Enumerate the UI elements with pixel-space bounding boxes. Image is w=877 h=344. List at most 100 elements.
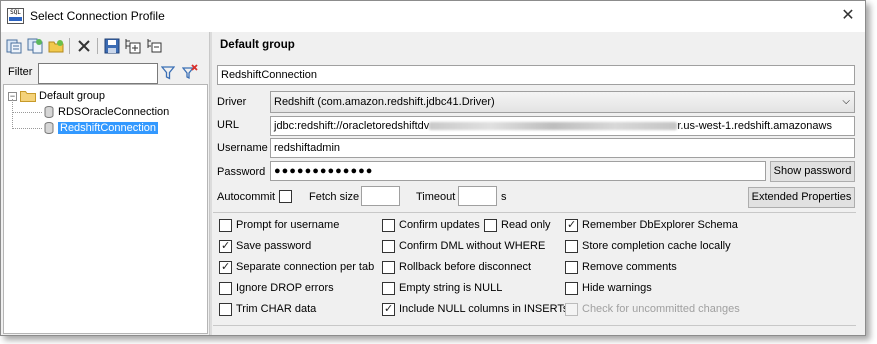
filter-label: Filter bbox=[8, 66, 33, 78]
delete-button[interactable] bbox=[74, 37, 93, 56]
confirm-dml-checkbox[interactable] bbox=[382, 240, 395, 253]
url-suffix: r.us-west-1.redshift.amazonaws bbox=[677, 120, 832, 132]
chevron-down-icon: ⌵ bbox=[842, 96, 850, 107]
separate-connection-checkbox[interactable] bbox=[219, 260, 232, 274]
move-icon bbox=[147, 39, 161, 53]
option-label: Ignore DROP errors bbox=[236, 282, 334, 294]
username-input[interactable]: redshiftadmin bbox=[270, 138, 855, 158]
option-label: Store completion cache locally bbox=[582, 240, 731, 252]
autocommit-label: Autocommit bbox=[217, 191, 276, 203]
profile-toolbar bbox=[4, 35, 163, 57]
option-label: Check for uncommitted changes bbox=[582, 303, 740, 315]
include-null-columns-checkbox[interactable] bbox=[382, 302, 395, 316]
option-label: Remember DbExplorer Schema bbox=[582, 219, 738, 231]
empty-string-null-checkbox[interactable] bbox=[382, 282, 395, 295]
add-folder-icon bbox=[125, 39, 140, 54]
profile-list-panel: Filter − Default group RDSOracleConnecti… bbox=[1, 32, 209, 335]
window-title: Select Connection Profile bbox=[30, 9, 165, 23]
folder-icon bbox=[20, 91, 36, 102]
group-title: Default group bbox=[220, 39, 295, 51]
profile-name-input[interactable]: RedshiftConnection bbox=[217, 65, 855, 85]
panel-splitter[interactable] bbox=[209, 32, 212, 335]
remember-schema-checkbox[interactable] bbox=[565, 218, 578, 232]
database-icon bbox=[44, 106, 54, 118]
close-icon: ✕ bbox=[841, 7, 855, 24]
filter-input[interactable] bbox=[38, 63, 158, 84]
confirm-updates-checkbox[interactable] bbox=[382, 219, 395, 232]
driver-label: Driver bbox=[217, 96, 247, 108]
save-password-checkbox[interactable] bbox=[219, 239, 232, 253]
copy-profile-icon bbox=[27, 38, 42, 54]
filter-row: Filter bbox=[6, 63, 206, 84]
options-area: Prompt for username Save password Separa… bbox=[213, 212, 858, 326]
hide-warnings-checkbox[interactable] bbox=[565, 282, 578, 295]
option-label: Remove comments bbox=[582, 261, 677, 273]
tree-group-node[interactable]: − Default group bbox=[8, 88, 105, 104]
store-completion-cache-checkbox[interactable] bbox=[565, 240, 578, 253]
tree-item-selected[interactable]: RedshiftConnection bbox=[44, 120, 159, 136]
show-password-button[interactable]: Show password bbox=[770, 161, 855, 182]
password-input[interactable]: ●●●●●●●●●●●●● bbox=[270, 161, 766, 181]
remove-comments-checkbox[interactable] bbox=[565, 261, 578, 274]
option-label: Trim CHAR data bbox=[236, 303, 317, 315]
delete-icon bbox=[77, 40, 90, 52]
clear-filter-icon[interactable] bbox=[182, 64, 198, 80]
ignore-drop-errors-checkbox[interactable] bbox=[219, 282, 232, 295]
driver-select[interactable]: Redshift (com.amazon.redshift.jdbc41.Dri… bbox=[270, 91, 855, 113]
dialog-window: SQL Select Connection Profile ✕ Filter −… bbox=[0, 0, 866, 336]
title-bar: SQL Select Connection Profile ✕ bbox=[1, 1, 865, 32]
toolbar-separator bbox=[97, 38, 98, 54]
new-profile-button[interactable] bbox=[4, 37, 23, 56]
option-label: Separate connection per tab bbox=[236, 261, 375, 273]
save-icon bbox=[104, 38, 119, 54]
tree-item-label: RedshiftConnection bbox=[58, 122, 159, 134]
add-folder-button[interactable] bbox=[123, 37, 142, 56]
new-group-button[interactable] bbox=[46, 37, 65, 56]
url-input[interactable]: jdbc:redshift://oracletoredshiftdv r.us-w… bbox=[270, 116, 855, 136]
move-button[interactable] bbox=[144, 37, 163, 56]
fetch-size-input[interactable] bbox=[361, 186, 400, 206]
database-icon bbox=[44, 122, 54, 134]
trim-char-checkbox[interactable] bbox=[219, 303, 232, 316]
close-button[interactable]: ✕ bbox=[837, 6, 859, 26]
check-uncommitted-checkbox bbox=[565, 303, 578, 316]
copy-profile-button[interactable] bbox=[25, 37, 44, 56]
driver-value: Redshift (com.amazon.redshift.jdbc41.Dri… bbox=[274, 96, 495, 108]
option-label: Rollback before disconnect bbox=[399, 261, 532, 273]
option-label: Confirm DML without WHERE bbox=[399, 240, 546, 252]
option-label: Include NULL columns in INSERTs bbox=[399, 303, 569, 315]
option-label: Prompt for username bbox=[236, 219, 340, 231]
timeout-label: Timeout bbox=[416, 191, 456, 203]
option-label: Hide warnings bbox=[582, 282, 652, 294]
url-prefix: jdbc:redshift://oracletoredshiftdv bbox=[274, 120, 430, 132]
new-profile-icon bbox=[6, 39, 21, 54]
app-icon: SQL bbox=[7, 8, 24, 24]
tree-group-label: Default group bbox=[39, 90, 106, 102]
password-label: Password bbox=[217, 166, 266, 178]
toolbar-separator bbox=[69, 38, 70, 54]
profile-details-panel: Default group RedshiftConnection Driver … bbox=[213, 32, 865, 335]
new-group-icon bbox=[48, 40, 63, 53]
extended-properties-button[interactable]: Extended Properties bbox=[748, 187, 855, 208]
url-label: URL bbox=[217, 119, 240, 131]
app-icon-text: SQL bbox=[10, 9, 21, 16]
option-label: Read only bbox=[501, 219, 551, 231]
username-label: Username bbox=[217, 142, 268, 154]
filter-icon[interactable] bbox=[161, 66, 175, 80]
save-button[interactable] bbox=[102, 37, 121, 56]
vertical-scrollbar[interactable] bbox=[856, 32, 865, 335]
tree-item[interactable]: RDSOracleConnection bbox=[44, 104, 169, 120]
option-label: Save password bbox=[236, 240, 312, 252]
timeout-input[interactable] bbox=[458, 186, 497, 206]
read-only-checkbox[interactable] bbox=[484, 219, 497, 232]
fetch-size-label: Fetch size bbox=[309, 191, 360, 203]
autocommit-checkbox[interactable] bbox=[279, 190, 292, 203]
tree-item-label: RDSOracleConnection bbox=[58, 106, 170, 118]
prompt-username-checkbox[interactable] bbox=[219, 219, 232, 232]
rollback-checkbox[interactable] bbox=[382, 261, 395, 274]
option-label: Confirm updates bbox=[399, 219, 480, 231]
timeout-unit: s bbox=[501, 191, 507, 203]
redacted-text bbox=[429, 122, 678, 131]
option-label: Empty string is NULL bbox=[399, 282, 503, 294]
profile-tree[interactable]: − Default group RDSOracleConnection Reds… bbox=[3, 84, 208, 334]
